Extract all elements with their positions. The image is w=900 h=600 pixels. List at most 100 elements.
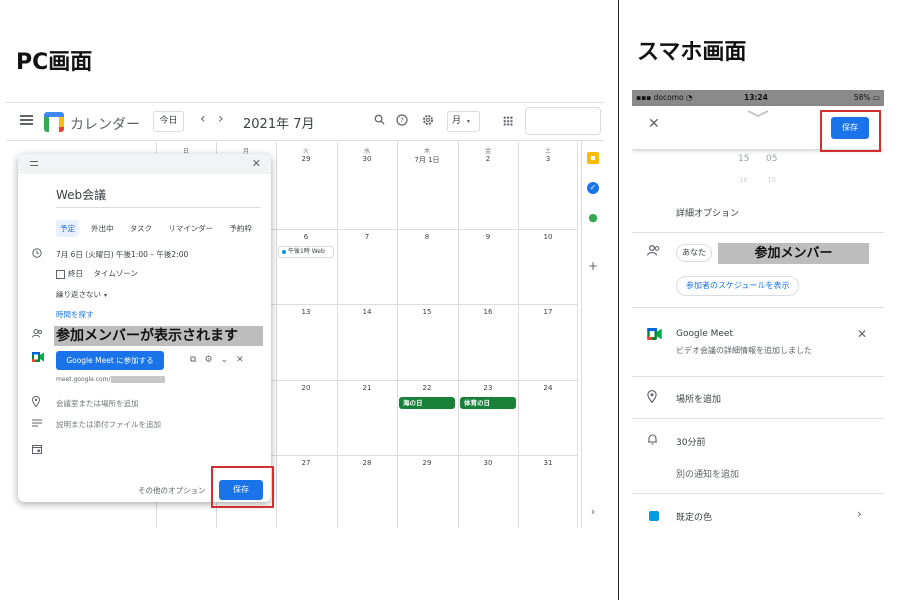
tab-event[interactable]: 予定 bbox=[56, 220, 79, 237]
join-google-meet-button[interactable]: Google Meet に参加する bbox=[56, 351, 164, 370]
tasks-icon[interactable]: ✓ bbox=[587, 182, 599, 194]
meet-settings-icon[interactable]: ⚙ bbox=[204, 355, 220, 365]
day-number[interactable]: 27 bbox=[276, 459, 336, 467]
day-number[interactable]: 16 bbox=[458, 308, 518, 316]
day-number[interactable]: 6 bbox=[276, 233, 336, 241]
draft-event-label: 午後1時 Web bbox=[288, 248, 325, 255]
tab-out-of-office[interactable]: 外出中 bbox=[87, 220, 118, 237]
day-number[interactable]: 23 bbox=[458, 384, 518, 392]
holiday-event-chip[interactable]: 海の日 bbox=[399, 397, 455, 409]
divider bbox=[632, 232, 884, 233]
hour-picker-next[interactable]: 16 bbox=[739, 176, 748, 184]
view-selector[interactable]: 月 ▾ bbox=[447, 111, 480, 132]
more-options-button[interactable]: その他のオプション bbox=[138, 485, 206, 496]
tab-appointment-slots[interactable]: 予約枠 bbox=[225, 220, 256, 237]
repeat-selector[interactable]: 繰り返さない ▾ bbox=[56, 289, 107, 300]
previous-month-icon[interactable]: ‹ bbox=[200, 111, 206, 127]
add-location-button[interactable]: 場所を追加 bbox=[676, 392, 721, 405]
tab-reminder[interactable]: リマインダー bbox=[164, 220, 217, 237]
event-date-time[interactable]: 7月 6日 (火曜日) 午後1:00 – 午後2:00 bbox=[56, 249, 188, 260]
day-number[interactable]: 10 bbox=[518, 233, 578, 241]
description-icon bbox=[32, 419, 42, 429]
day-number[interactable]: 20 bbox=[276, 384, 336, 392]
divider bbox=[632, 418, 884, 419]
guest-chip-you[interactable]: あなた bbox=[676, 244, 712, 262]
collapse-chevron-icon[interactable] bbox=[747, 110, 769, 118]
help-icon[interactable]: ? bbox=[396, 114, 408, 130]
expand-panel-icon[interactable]: › bbox=[587, 506, 599, 518]
battery-level: 58% bbox=[853, 93, 871, 102]
day-number[interactable]: 3 bbox=[518, 155, 578, 163]
bell-icon bbox=[647, 433, 658, 448]
guests-icon bbox=[32, 329, 43, 340]
dropdown-caret-icon: ▾ bbox=[466, 118, 470, 125]
day-number[interactable]: 7月 1日 bbox=[397, 155, 457, 165]
day-number[interactable]: 24 bbox=[518, 384, 578, 392]
holiday-event-chip[interactable]: 体育の日 bbox=[460, 397, 516, 409]
day-number[interactable]: 29 bbox=[276, 155, 336, 163]
day-number[interactable]: 30 bbox=[458, 459, 518, 467]
detail-options-link[interactable]: 詳細オプション bbox=[676, 206, 739, 219]
event-title-input[interactable]: Web会議 bbox=[56, 186, 261, 208]
day-number[interactable]: 17 bbox=[518, 308, 578, 316]
draft-event-chip[interactable]: 午後1時 Web bbox=[278, 246, 334, 258]
day-number[interactable]: 31 bbox=[518, 459, 578, 467]
meet-url[interactable]: meet.google.com/ bbox=[56, 376, 165, 383]
remove-meet-icon[interactable]: ✕ bbox=[236, 355, 252, 365]
hour-picker-value[interactable]: 15 bbox=[738, 154, 749, 164]
event-color-swatch bbox=[649, 511, 659, 521]
drag-handle-icon[interactable] bbox=[30, 161, 38, 166]
redacted-meet-code bbox=[110, 376, 165, 383]
main-menu-icon[interactable] bbox=[20, 115, 33, 125]
highlight-box bbox=[211, 466, 274, 508]
status-time: 13:24 bbox=[744, 93, 768, 102]
find-time-link[interactable]: 時間を探す bbox=[56, 309, 94, 320]
signal-icon: ▪▪▪ bbox=[636, 93, 654, 102]
all-day-checkbox[interactable] bbox=[56, 269, 65, 279]
remove-meet-icon[interactable]: ✕ bbox=[857, 327, 867, 341]
description-input[interactable]: 説明または添付ファイルを追加 bbox=[56, 419, 161, 430]
location-input[interactable]: 会議室または場所を追加 bbox=[56, 398, 139, 409]
divider bbox=[632, 376, 884, 377]
dialog-drag-bar[interactable]: ✕ bbox=[18, 154, 271, 174]
search-icon[interactable] bbox=[374, 114, 385, 129]
day-number[interactable]: 22 bbox=[397, 384, 457, 392]
settings-gear-icon[interactable] bbox=[422, 114, 434, 130]
minute-picker-next[interactable]: 10 bbox=[767, 176, 776, 184]
day-number[interactable]: 8 bbox=[397, 233, 457, 241]
day-number[interactable]: 9 bbox=[458, 233, 518, 241]
event-dot-icon bbox=[282, 249, 286, 254]
copy-icon[interactable]: ⧉ bbox=[190, 355, 204, 365]
day-number[interactable]: 21 bbox=[337, 384, 397, 392]
day-number[interactable]: 7 bbox=[337, 233, 397, 241]
account-area[interactable] bbox=[525, 107, 601, 135]
day-number[interactable]: 29 bbox=[397, 459, 457, 467]
day-number[interactable]: 15 bbox=[397, 308, 457, 316]
next-month-icon[interactable]: › bbox=[218, 111, 224, 127]
calendar-header: カレンダー 今日 ‹ › 2021年 7月 ? 月 ▾ bbox=[6, 103, 604, 141]
close-icon[interactable]: ✕ bbox=[648, 116, 660, 132]
day-number[interactable]: 14 bbox=[337, 308, 397, 316]
add-addon-icon[interactable]: + bbox=[587, 260, 599, 272]
minute-picker-value[interactable]: 05 bbox=[766, 154, 777, 164]
day-number[interactable]: 30 bbox=[337, 155, 397, 163]
maps-pin-icon[interactable]: ● bbox=[587, 212, 599, 224]
tab-task[interactable]: タスク bbox=[126, 220, 157, 237]
close-icon[interactable]: ✕ bbox=[252, 157, 261, 170]
clock-icon bbox=[32, 248, 42, 260]
add-notification-button[interactable]: 別の通知を追加 bbox=[676, 467, 739, 480]
default-color-option[interactable]: 既定の色 bbox=[676, 510, 712, 523]
pc-screenshot: カレンダー 今日 ‹ › 2021年 7月 ? 月 ▾ 日 月 火 水 木 金 … bbox=[6, 102, 604, 528]
chevron-down-icon[interactable]: ⌄ bbox=[221, 355, 237, 365]
today-button[interactable]: 今日 bbox=[153, 111, 184, 132]
chevron-right-icon[interactable]: › bbox=[857, 507, 862, 521]
view-schedules-button[interactable]: 参加者のスケジュールを表示 bbox=[676, 276, 800, 296]
day-number[interactable]: 28 bbox=[337, 459, 397, 467]
smartphone-screenshot: ▪▪▪ docomo ◔ 13:24 58% ▭ ✕ 保存 15 05 16 1… bbox=[632, 90, 884, 530]
day-number[interactable]: 2 bbox=[458, 155, 518, 163]
day-number[interactable]: 13 bbox=[276, 308, 336, 316]
timezone-link[interactable]: タイムゾーン bbox=[93, 269, 137, 278]
reminder-value[interactable]: 30分前 bbox=[676, 435, 705, 448]
keep-icon[interactable]: ▪ bbox=[587, 152, 599, 164]
google-apps-icon[interactable] bbox=[503, 116, 513, 126]
